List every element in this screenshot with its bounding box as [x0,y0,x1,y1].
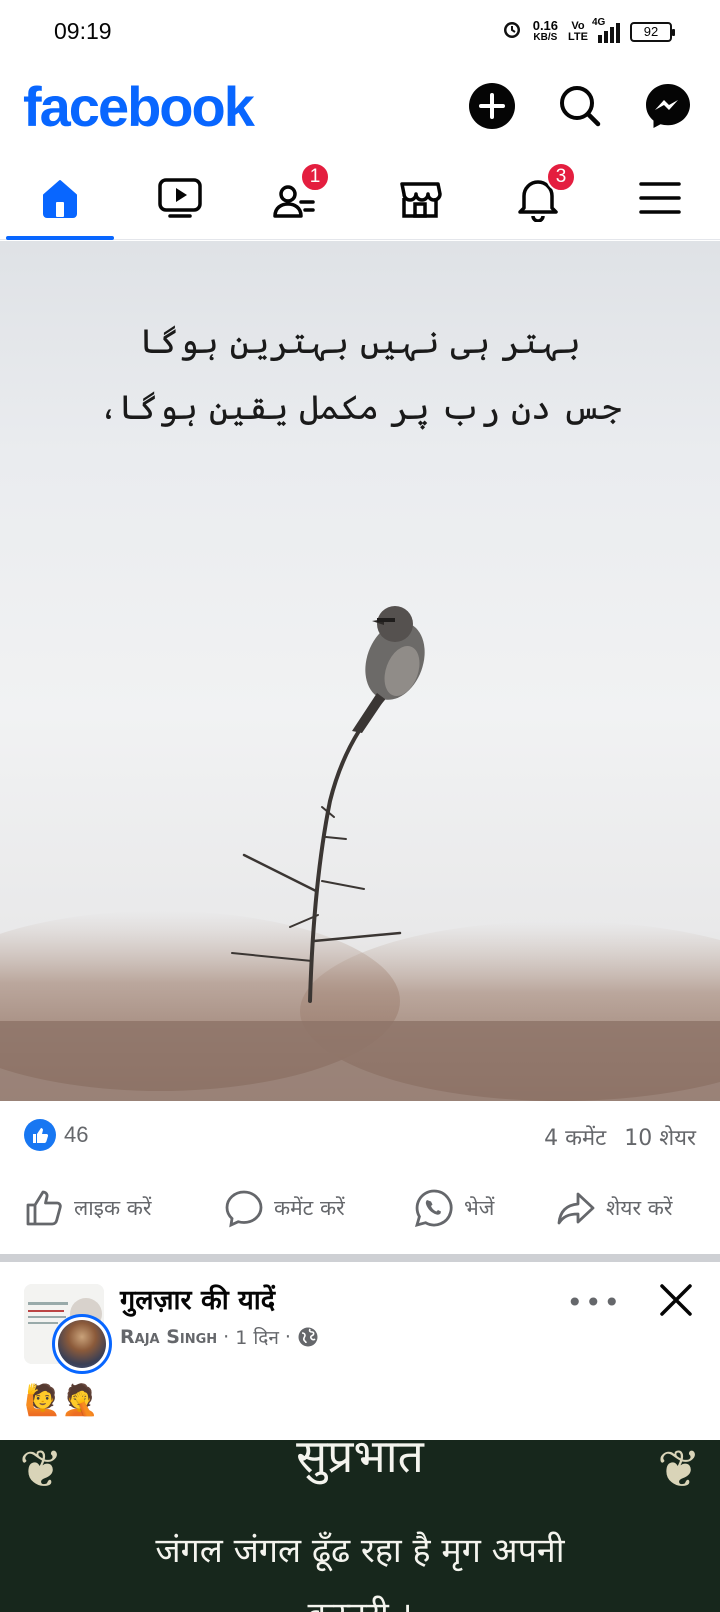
post-image[interactable]: بہتر ہی نہیں بہترین ہوگا جس دن رب پر مکم… [0,241,720,1101]
bird [352,606,425,733]
status-icons: 0.16 KB/S Vo LTE 4G 92 [501,17,675,45]
image-quote-line-1: بہتر ہی نہیں بہترین ہوگا [139,322,581,362]
image-text-line-2: कस्तूरी । [0,1590,720,1612]
post-separator [0,1254,720,1262]
globe-icon [298,1327,318,1347]
meta-separator: · [284,1326,291,1348]
send-label: भेजें [464,1196,495,1220]
caption-emojis: 🙋🤦 [24,1383,99,1418]
thumbs-up-icon [26,1190,62,1226]
post-caption-emojis: 🙋🤦 [24,1383,99,1418]
comment-button[interactable]: कमेंट करें [224,1180,345,1236]
active-tab-indicator [6,236,114,240]
share-arrow-icon [557,1192,595,1225]
post-time[interactable]: 1 दिन [235,1324,279,1350]
battery-icon: 92 [630,21,675,42]
facebook-logo: facebook [23,75,255,138]
like-reaction-icon[interactable] [24,1119,56,1151]
create-button[interactable] [468,82,516,130]
like-button[interactable]: लाइक करें [24,1180,152,1236]
plus-icon [469,83,515,129]
hamburger-menu-icon [639,182,681,214]
reactions-summary: 46 4 कमेंट 10 शेयर [0,1102,720,1166]
network-speed: 0.16 KB/S [532,17,559,44]
network-type: 4G [592,16,606,28]
notifications-badge: 3 [546,162,576,192]
tab-home[interactable] [10,158,110,238]
close-icon [660,1284,692,1316]
signal-icon: 4G [592,17,620,43]
post-meta: Raja Singh · 1 दिन · [120,1324,319,1350]
share-label: शेयर करें [606,1196,673,1220]
group-name[interactable]: गुलज़ार की यादें [120,1280,275,1317]
search-button[interactable] [556,82,604,130]
status-time: 09:19 [54,18,112,44]
messenger-button[interactable] [644,82,692,130]
volte-top: Vo [571,19,585,32]
volte-indicator: Vo LTE [568,19,588,43]
close-post-button[interactable] [656,1280,696,1320]
home-icon [43,180,77,218]
tab-bar: 1 3 [0,158,720,240]
volte-bottom: LTE [568,30,588,43]
like-label: लाइक करें [74,1196,152,1220]
share-count[interactable]: 10 शेयर [624,1122,696,1152]
tab-marketplace[interactable] [370,158,470,238]
app-header: facebook [0,74,720,144]
status-bar: 09:19 0.16 KB/S Vo LTE 4G 92 [0,0,720,64]
bird-on-branch-illustration [0,606,720,1101]
friends-badge: 1 [300,162,330,192]
tab-video[interactable] [130,158,230,238]
messenger-icon [646,84,690,128]
tab-menu[interactable] [610,158,710,238]
share-button[interactable]: शेयर करें [556,1180,672,1236]
image-title: सुप्रभात [296,1440,424,1483]
more-options-icon[interactable]: ••• [566,1286,622,1319]
tab-friends[interactable]: 1 [246,158,346,238]
tab-notifications[interactable]: 3 [488,158,588,238]
image-quote-line-2: جس دن رب پر مکمل یقین ہوگا، [98,388,622,428]
author-avatar[interactable] [52,1314,112,1374]
author-name[interactable]: Raja Singh [120,1326,217,1348]
search-icon [560,86,601,127]
video-icon [158,178,202,218]
image-text-line-1: जंगल जंगल ढूँढ रहा है मृग अपनी [155,1531,565,1571]
engagement-counts: 4 कमेंट 10 शेयर [544,1122,696,1152]
network-speed-unit: KB/S [533,31,558,43]
marketplace-icon [400,182,442,218]
post-image[interactable]: ❦ ❦ सुप्रभात जंगल जंगल ढूँढ रहा है मृग अ… [0,1440,720,1612]
post-header: गुलज़ार की यादें Raja Singh · 1 दिन · ••… [0,1262,720,1418]
like-count[interactable]: 46 [64,1122,88,1148]
post-actions: लाइक करें कमेंट करें भेजें शेयर करें [0,1180,720,1246]
comment-label: कमेंट करें [274,1196,345,1220]
alarm-icon [501,18,523,45]
comment-count[interactable]: 4 कमेंट [544,1122,606,1152]
whatsapp-icon [414,1189,453,1227]
send-button[interactable]: भेजें [414,1180,494,1236]
comment-icon [225,1190,263,1228]
network-speed-value: 0.16 [532,17,559,33]
meta-separator: · [223,1326,230,1348]
